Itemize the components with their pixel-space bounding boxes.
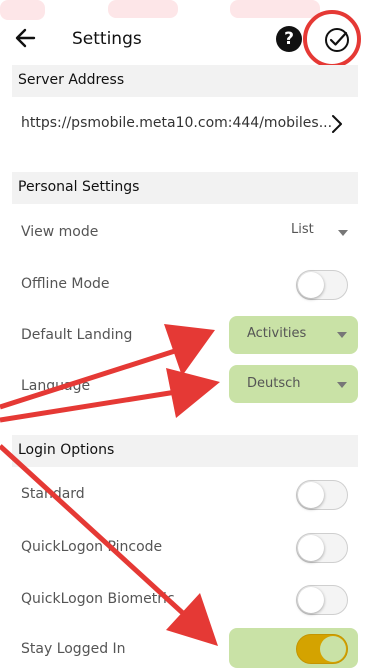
chevron-down-icon xyxy=(337,332,347,338)
toggle-knob xyxy=(320,636,346,662)
quicklogon-biometric-toggle[interactable] xyxy=(296,585,348,615)
toggle-knob xyxy=(298,535,324,561)
back-button[interactable] xyxy=(12,24,40,52)
stay-logged-in-label: Stay Logged In xyxy=(21,641,126,657)
view-mode-label: View mode xyxy=(21,224,99,240)
default-landing-label: Default Landing xyxy=(21,327,133,343)
app-header: Settings ? xyxy=(0,0,368,68)
stay-logged-in-toggle[interactable] xyxy=(296,634,348,664)
annotation-arrowhead xyxy=(166,368,220,418)
quicklogon-pincode-label: QuickLogon Pincode xyxy=(21,539,163,555)
view-mode-value: List xyxy=(291,222,314,237)
page-title: Settings xyxy=(72,29,142,49)
view-mode-select[interactable]: List xyxy=(280,222,358,244)
annotation-arrow-line xyxy=(0,389,177,423)
chevron-down-icon xyxy=(338,230,348,236)
language-label: Language xyxy=(21,378,91,394)
save-button[interactable] xyxy=(321,24,353,56)
section-personal-settings: Personal Settings xyxy=(12,172,358,204)
default-landing-select[interactable]: Activities xyxy=(229,316,358,354)
language-select[interactable]: Deutsch xyxy=(229,365,358,403)
section-server-address: Server Address xyxy=(12,65,358,97)
chevron-right-icon xyxy=(332,115,342,133)
section-login-options: Login Options xyxy=(12,435,358,467)
toggle-knob xyxy=(298,482,324,508)
section-title: Personal Settings xyxy=(18,179,140,195)
arrow-left-icon xyxy=(15,28,36,48)
check-circle-icon xyxy=(325,28,349,52)
default-landing-value: Activities xyxy=(247,326,307,341)
section-title: Server Address xyxy=(18,72,125,88)
annotation-arrowhead xyxy=(164,324,215,376)
quicklogon-biometric-label: QuickLogon Biometric xyxy=(21,591,175,607)
offline-mode-toggle[interactable] xyxy=(296,270,348,300)
server-address-chevron[interactable] xyxy=(326,112,348,136)
chevron-down-icon xyxy=(337,382,347,388)
question-circle-icon: ? xyxy=(284,29,294,49)
language-value: Deutsch xyxy=(247,376,301,391)
help-button[interactable]: ? xyxy=(276,26,302,52)
section-title: Login Options xyxy=(18,442,115,458)
quicklogon-pincode-toggle[interactable] xyxy=(296,533,348,563)
toggle-knob xyxy=(298,272,324,298)
server-address-value[interactable]: https://psmobile.meta10.com:444/mobiles.… xyxy=(21,115,332,131)
standard-toggle[interactable] xyxy=(296,480,348,510)
toggle-knob xyxy=(298,587,324,613)
standard-label: Standard xyxy=(21,486,85,502)
offline-mode-label: Offline Mode xyxy=(21,276,110,292)
